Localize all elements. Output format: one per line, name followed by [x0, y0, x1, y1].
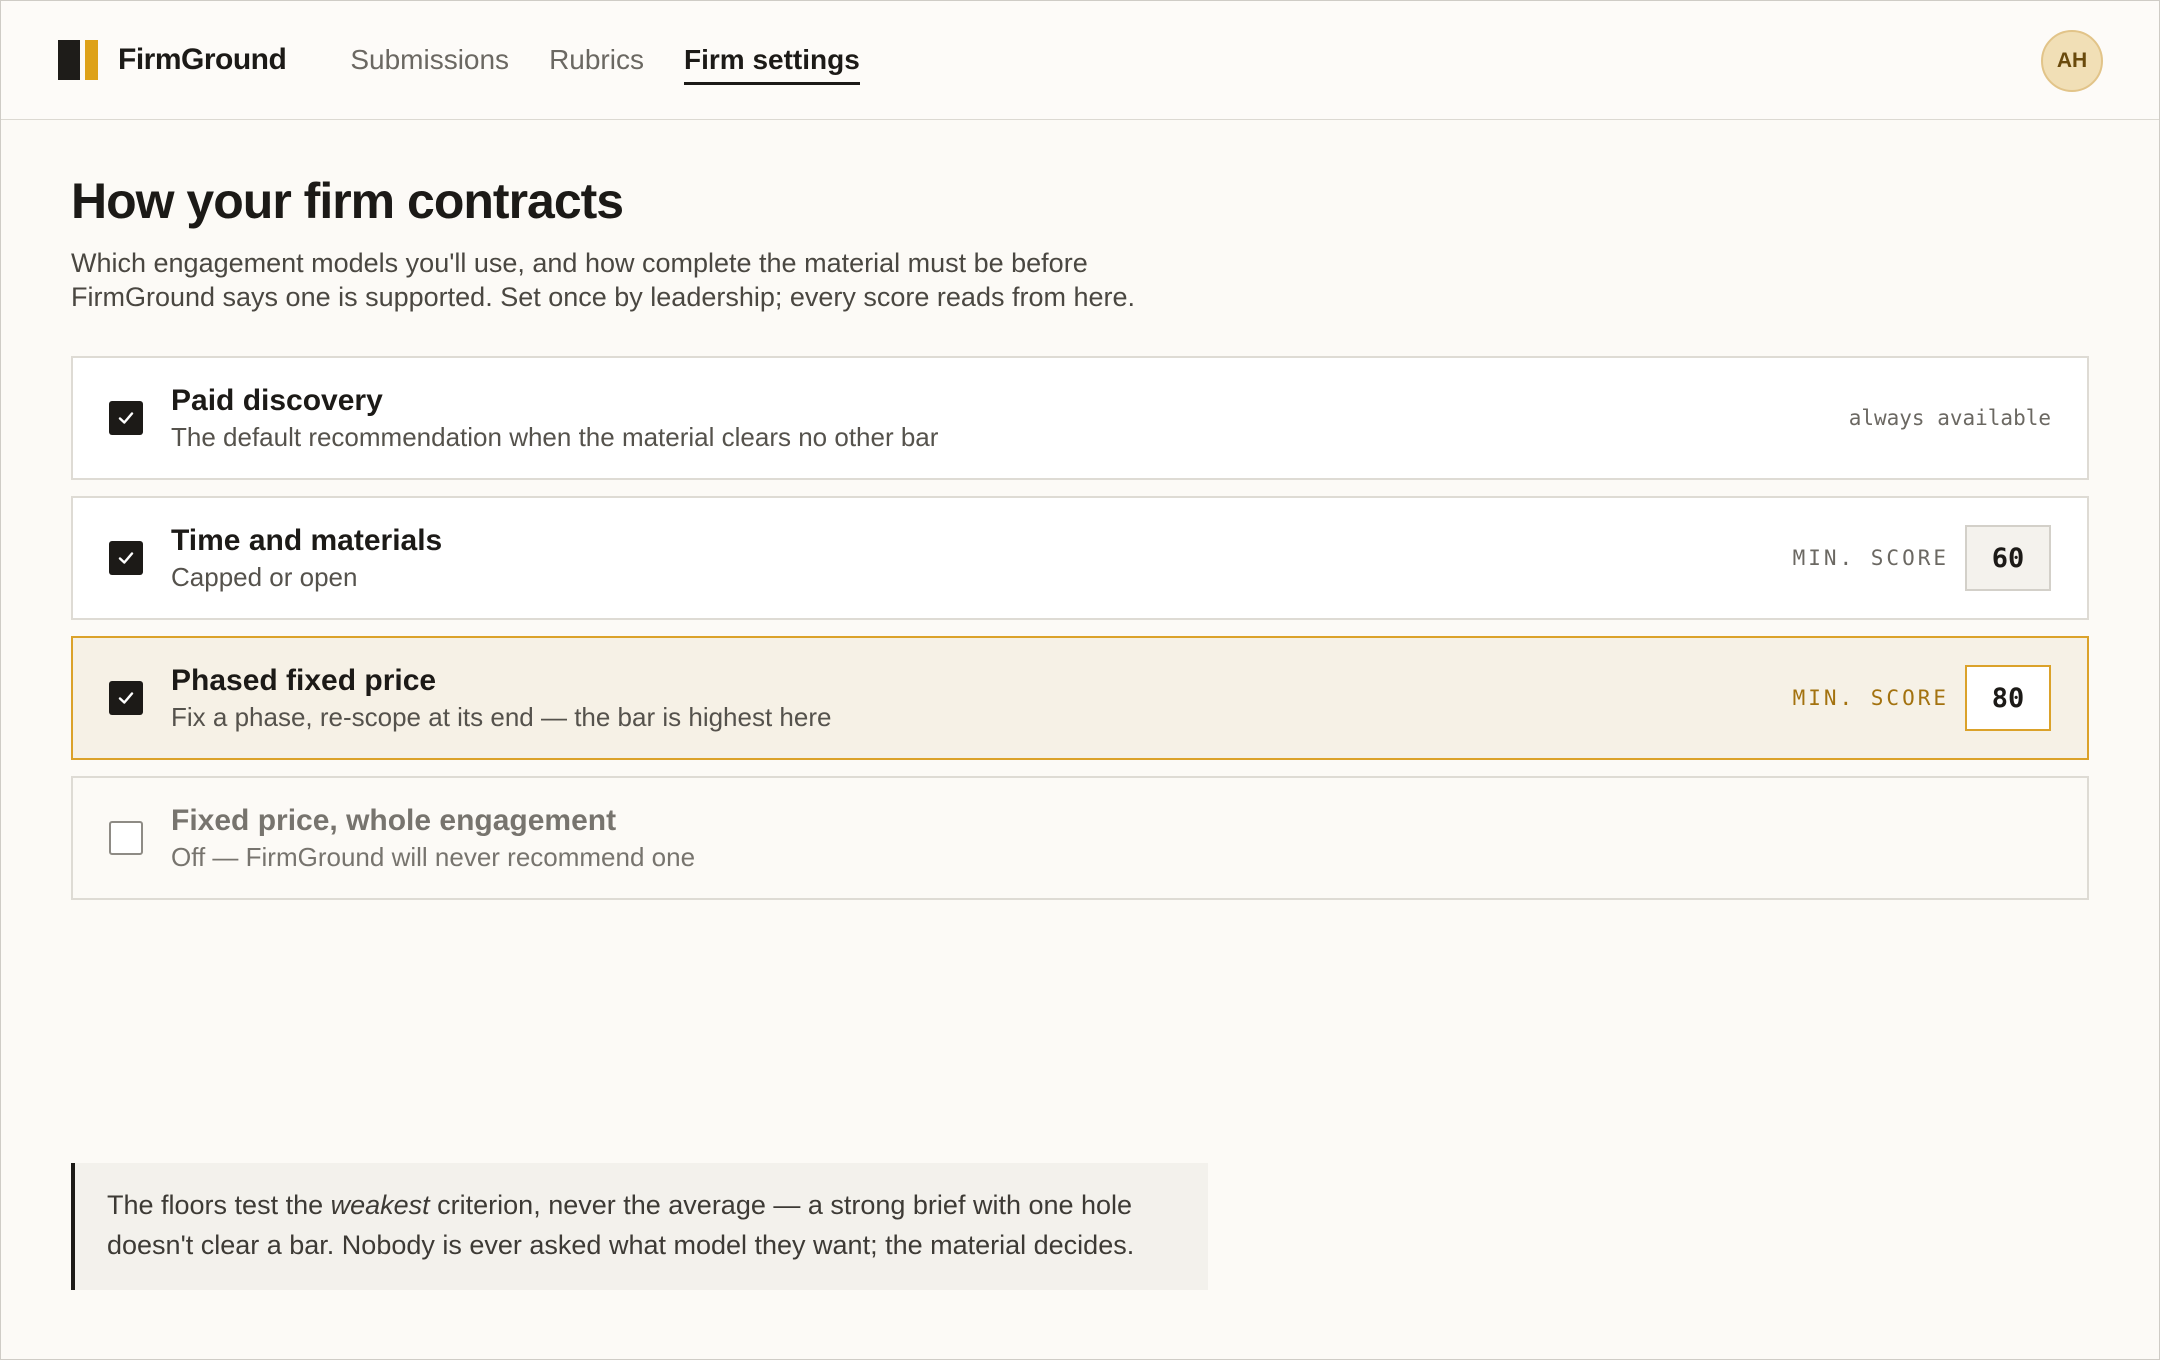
min-score-label: MIN. SCORE — [1792, 546, 1949, 570]
page-subtitle: Which engagement models you'll use, and … — [71, 248, 1136, 312]
time-and-materials-checkbox[interactable] — [109, 541, 143, 575]
check-icon — [118, 552, 134, 564]
page-title: How your firm contracts — [71, 173, 624, 229]
min-score-input[interactable] — [1965, 525, 2051, 591]
app-window: FirmGround Submissions Rubrics Firm sett… — [0, 0, 2160, 1360]
model-description: The default recommendation when the mate… — [171, 422, 939, 452]
model-description: Capped or open — [171, 562, 358, 592]
main-content: How your firm contracts Which engagement… — [1, 172, 2159, 900]
model-title: Time and materials — [171, 524, 443, 557]
phased-fixed-price-checkbox[interactable] — [109, 681, 143, 715]
model-card-time-and-materials: Time and materials Capped or open MIN. S… — [71, 496, 2089, 620]
min-score-label: MIN. SCORE — [1792, 686, 1949, 710]
brand-name: FirmGround — [118, 43, 287, 76]
nav-item-rubrics[interactable]: Rubrics — [549, 44, 644, 76]
check-icon — [118, 692, 134, 704]
nav-item-submissions[interactable]: Submissions — [350, 44, 509, 76]
main-nav: Submissions Rubrics Firm settings — [350, 1, 860, 119]
logo-mark-icon — [58, 40, 98, 80]
model-card-phased-fixed-price: Phased fixed price Fix a phase, re-scope… — [71, 636, 2089, 760]
top-navigation-bar: FirmGround Submissions Rubrics Firm sett… — [1, 1, 2159, 120]
model-title: Paid discovery — [171, 384, 383, 417]
floors-explanation-note: The floors test the weakest criterion, n… — [71, 1163, 1208, 1290]
model-description: Off — FirmGround will never recommend on… — [171, 842, 696, 872]
brand-logo[interactable]: FirmGround — [58, 40, 287, 80]
model-title: Phased fixed price — [171, 664, 437, 697]
note-text-start: The floors test the — [107, 1190, 331, 1220]
fixed-price-whole-checkbox[interactable] — [109, 821, 143, 855]
always-available-label: always available — [1848, 406, 2051, 430]
check-icon — [118, 412, 134, 424]
model-card-paid-discovery: Paid discovery The default recommendatio… — [71, 356, 2089, 480]
min-score-input[interactable] — [1965, 665, 2051, 731]
user-avatar[interactable]: AH — [2041, 30, 2103, 92]
model-title: Fixed price, whole engagement — [171, 804, 617, 837]
model-card-fixed-price-whole: Fixed price, whole engagement Off — Firm… — [71, 776, 2089, 900]
paid-discovery-checkbox[interactable] — [109, 401, 143, 435]
engagement-model-list: Paid discovery The default recommendatio… — [71, 356, 2089, 900]
note-emphasis: weakest — [330, 1190, 430, 1220]
model-description: Fix a phase, re-scope at its end — the b… — [171, 702, 832, 732]
nav-item-firm-settings[interactable]: Firm settings — [683, 44, 860, 85]
